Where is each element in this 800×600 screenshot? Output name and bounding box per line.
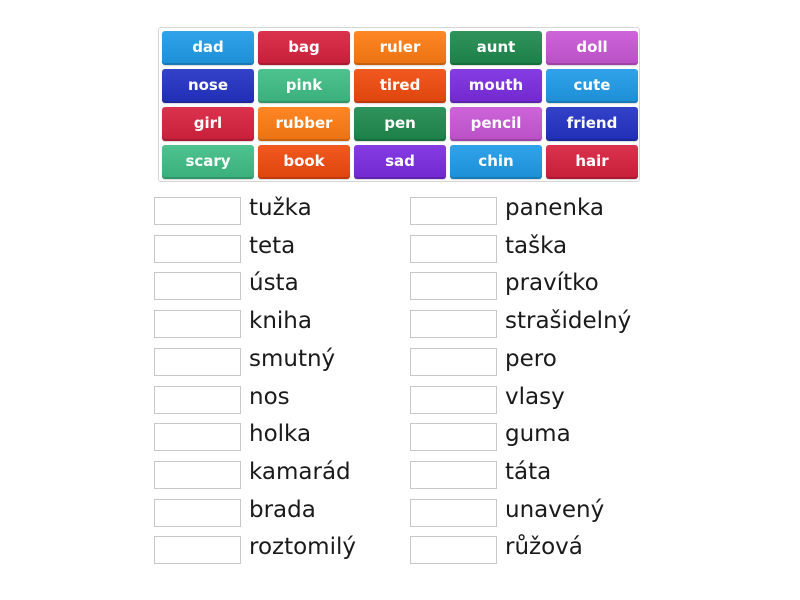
- target-word: nos: [249, 383, 290, 410]
- target-word: taška: [505, 232, 568, 259]
- target-word: guma: [505, 421, 571, 448]
- word-tile[interactable]: ruler: [354, 31, 446, 65]
- target-word: smutný: [249, 345, 336, 372]
- target-word: kamarád: [249, 458, 351, 485]
- target-word: holka: [249, 421, 312, 448]
- target-word: růžová: [505, 534, 583, 561]
- word-tile[interactable]: cute: [546, 69, 638, 103]
- target-word: panenka: [505, 195, 605, 221]
- word-tile[interactable]: nose: [162, 69, 254, 103]
- word-tile[interactable]: bag: [258, 31, 350, 65]
- target-word: unavený: [505, 496, 605, 523]
- target-word: teta: [249, 232, 296, 259]
- target-word: pero: [505, 345, 557, 372]
- drop-zone[interactable]: [154, 310, 241, 339]
- target-word: pravítko: [505, 270, 599, 297]
- drop-zone[interactable]: [410, 347, 497, 376]
- drop-zone[interactable]: [410, 234, 497, 263]
- drop-zone[interactable]: [154, 234, 241, 263]
- drop-zone[interactable]: [410, 197, 497, 225]
- drop-zone[interactable]: [410, 423, 497, 452]
- target-word: vlasy: [505, 383, 565, 410]
- drop-zone[interactable]: [154, 385, 241, 414]
- word-tile[interactable]: dad: [162, 31, 254, 65]
- word-tile[interactable]: pink: [258, 69, 350, 103]
- drop-zone[interactable]: [410, 498, 497, 527]
- target-word: roztomilý: [249, 534, 356, 561]
- word-tile[interactable]: book: [258, 145, 350, 179]
- word-tile[interactable]: friend: [546, 107, 638, 141]
- drop-zone[interactable]: [154, 460, 241, 489]
- drop-zone[interactable]: [154, 536, 241, 565]
- target-word: tužka: [249, 195, 312, 221]
- word-tile[interactable]: girl: [162, 107, 254, 141]
- drop-zone[interactable]: [154, 272, 241, 301]
- word-tile[interactable]: pencil: [450, 107, 542, 141]
- word-tile[interactable]: sad: [354, 145, 446, 179]
- drop-zone[interactable]: [410, 385, 497, 414]
- word-tile[interactable]: chin: [450, 145, 542, 179]
- word-tile[interactable]: doll: [546, 31, 638, 65]
- target-word: ústa: [249, 270, 299, 297]
- target-word: brada: [249, 496, 316, 523]
- drop-zone[interactable]: [154, 423, 241, 452]
- word-tile[interactable]: pen: [354, 107, 446, 141]
- target-word: táta: [505, 458, 552, 485]
- drop-zone[interactable]: [410, 310, 497, 339]
- drop-zone[interactable]: [154, 347, 241, 376]
- word-tile[interactable]: rubber: [258, 107, 350, 141]
- word-tile[interactable]: hair: [546, 145, 638, 179]
- target-word: kniha: [249, 308, 312, 335]
- target-word: strašidelný: [505, 308, 632, 335]
- word-tile[interactable]: tired: [354, 69, 446, 103]
- drop-zone[interactable]: [410, 460, 497, 489]
- drop-zone[interactable]: [410, 272, 497, 301]
- drop-zone[interactable]: [154, 197, 241, 225]
- word-tile[interactable]: scary: [162, 145, 254, 179]
- drop-zone[interactable]: [410, 536, 497, 565]
- word-tile[interactable]: aunt: [450, 31, 542, 65]
- drop-zone[interactable]: [154, 498, 241, 527]
- word-tile[interactable]: mouth: [450, 69, 542, 103]
